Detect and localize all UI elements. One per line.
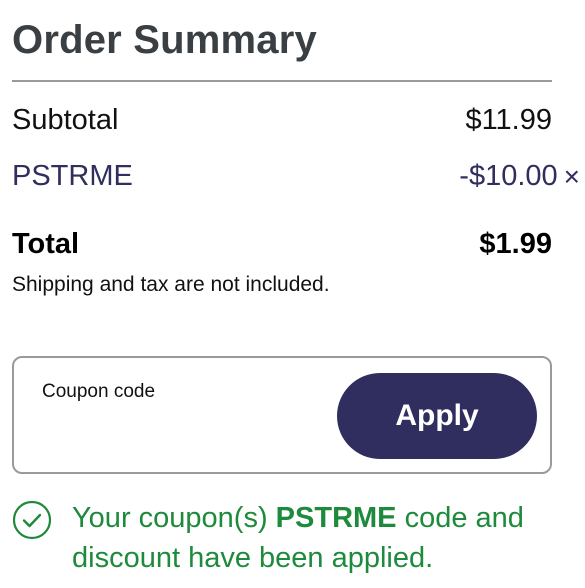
success-prefix: Your coupon(s) <box>72 502 276 534</box>
success-coupon-code: PSTRME <box>275 502 397 534</box>
coupon-code-input[interactable] <box>42 414 322 450</box>
coupon-code-label: Coupon code <box>42 381 156 402</box>
success-text: Your coupon(s) PSTRME code and discount … <box>72 498 572 578</box>
total-label: Total <box>12 228 80 260</box>
coupon-form: Coupon code Apply <box>12 356 552 474</box>
coupon-success-message: Your coupon(s) PSTRME code and discount … <box>12 498 572 578</box>
subtotal-value: $11.99 <box>465 104 552 136</box>
apply-button[interactable]: Apply <box>337 373 537 459</box>
subtotal-label: Subtotal <box>12 104 119 136</box>
subtotal-row: Subtotal $11.99 <box>12 104 552 137</box>
close-icon[interactable]: × <box>564 162 580 191</box>
total-value: $1.99 <box>479 228 552 260</box>
check-circle-icon <box>12 500 52 540</box>
shipping-tax-note: Shipping and tax are not included. <box>12 273 330 296</box>
applied-coupon-code: PSTRME <box>12 160 133 192</box>
total-row: Total $1.99 <box>12 228 552 261</box>
title-divider <box>12 80 552 82</box>
order-summary-title: Order Summary <box>12 18 317 62</box>
applied-coupon-row: PSTRME -$10.00 × <box>12 160 580 193</box>
coupon-discount-group: -$10.00 × <box>459 160 580 193</box>
coupon-discount-value: -$10.00 <box>459 160 558 192</box>
